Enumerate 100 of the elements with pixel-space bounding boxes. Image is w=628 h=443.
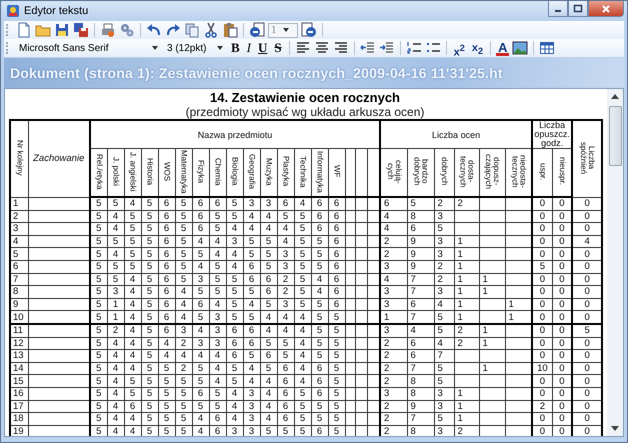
close-button[interactable]: [588, 1, 624, 17]
table-cell: 2: [13, 211, 18, 222]
size-dropdown[interactable]: 3 (12pkt): [164, 40, 226, 56]
printer-icon[interactable]: [100, 22, 116, 38]
table-icon[interactable]: [539, 40, 556, 56]
table-cell: 5: [214, 224, 220, 234]
table-cell: 5: [248, 236, 254, 247]
table-cell: 5: [232, 363, 238, 374]
table-cell: 5: [214, 388, 220, 400]
page-right-icon[interactable]: [301, 22, 317, 38]
table-cell: 5: [334, 350, 340, 362]
table-cell: 5: [266, 338, 272, 349]
table-cell: 1: [458, 388, 463, 400]
align-right-icon[interactable]: [332, 40, 349, 56]
vertical-scrollbar[interactable]: [607, 89, 623, 436]
table-cell: 4: [130, 414, 136, 424]
caret-icon[interactable]: [152, 46, 158, 50]
table-cell: 5: [146, 286, 152, 298]
page-left-icon[interactable]: [249, 22, 265, 38]
align-left-icon[interactable]: [294, 40, 311, 56]
window-title: Edytor tekstu: [24, 5, 88, 17]
table-cell: 0: [584, 211, 590, 222]
new-document-icon[interactable]: [16, 22, 32, 38]
table-cell: 5: [146, 261, 152, 272]
table-cell: 4: [266, 400, 272, 412]
table-cell: 5: [146, 325, 152, 336]
superscript-button[interactable]: x$^{2}$: [452, 40, 467, 56]
gears-icon[interactable]: [119, 22, 135, 38]
table-cell: 6: [248, 325, 254, 336]
minimize-button[interactable]: [548, 1, 568, 17]
table-cell: 5: [282, 426, 288, 436]
maximize-button[interactable]: [568, 1, 588, 17]
clipboard-icon[interactable]: [222, 22, 238, 38]
table-cell: 4: [130, 198, 136, 210]
table-cell: 4: [130, 325, 136, 336]
underline-button[interactable]: U: [256, 40, 270, 56]
table-cell: 3: [282, 248, 288, 260]
scroll-down-icon[interactable]: [611, 426, 619, 431]
scissors-icon[interactable]: [203, 22, 219, 38]
table-cell: 6: [248, 338, 254, 349]
table-cell: 5: [334, 338, 340, 349]
align-center-icon[interactable]: [314, 40, 330, 56]
subscript-button[interactable]: x$_{2}$: [470, 40, 486, 56]
table-cell: 7: [410, 274, 416, 285]
italic-button[interactable]: I: [244, 40, 254, 56]
table-cell: 4: [112, 248, 118, 260]
floppy-disks-icon[interactable]: [73, 22, 89, 38]
caret-icon[interactable]: [217, 46, 223, 50]
table-cell: 5: [540, 261, 545, 272]
strikethrough-button[interactable]: S: [272, 40, 284, 56]
redo-icon[interactable]: [165, 22, 181, 38]
scroll-thumb[interactable]: [608, 106, 622, 166]
table-cell: 0: [559, 426, 564, 436]
table-cell: 5: [300, 388, 306, 400]
table-cell: 5: [180, 274, 186, 285]
table-cell: 4: [130, 299, 136, 310]
table-cell: 1: [458, 248, 463, 260]
table-cell: 5: [96, 236, 102, 247]
column-header: Technika: [298, 156, 306, 188]
table-cell: 9: [410, 261, 416, 272]
close-icon[interactable]: [601, 4, 611, 14]
table-cell: 5: [300, 211, 306, 222]
table-cell: 5: [282, 350, 288, 362]
column-header: Liczba ocen: [432, 130, 480, 140]
table-cell: 17: [13, 400, 24, 412]
table-cell: 6: [198, 388, 204, 400]
table-cell: 4: [112, 338, 118, 349]
table-cell: 6: [266, 274, 272, 285]
column-header: Informatyka: [316, 150, 324, 192]
font-dropdown[interactable]: Microsoft Sans Serif: [16, 40, 161, 56]
table-cell: 5: [214, 286, 220, 298]
table-cell: 0: [559, 236, 564, 247]
table-cell: 3: [438, 236, 443, 247]
table-cell: 1: [458, 299, 463, 310]
undo-icon[interactable]: [146, 22, 162, 38]
table-cell: 6: [164, 325, 170, 336]
bold-button[interactable]: B: [229, 40, 242, 56]
table-cell: 5: [146, 376, 152, 386]
picture-icon[interactable]: [512, 40, 528, 56]
table-cell: 5: [316, 312, 322, 322]
table-cell: 4: [384, 211, 390, 222]
table-cell: 2: [438, 198, 443, 210]
table-cell: 4: [300, 350, 306, 362]
table-cell: 0: [540, 236, 545, 247]
table-cell: 3: [248, 426, 254, 436]
copy-icon[interactable]: [184, 22, 200, 38]
column-header: Nazwa przedmiotu: [198, 130, 272, 140]
table-cell: 4: [300, 363, 306, 374]
table-cell: 5: [180, 400, 186, 412]
caret-icon[interactable]: [282, 28, 288, 32]
table-cell: 5: [214, 274, 220, 285]
table-cell: 5: [130, 261, 136, 272]
numbered-list-icon[interactable]: [406, 40, 422, 56]
scroll-up-icon[interactable]: [611, 94, 619, 99]
table-cell: 4: [438, 299, 443, 310]
table-cell: 7: [13, 274, 18, 285]
table-cell: 6: [334, 248, 340, 260]
table-cell: 4: [112, 388, 118, 400]
table-cell: 5: [232, 312, 238, 322]
maximize-icon[interactable]: [573, 4, 583, 14]
